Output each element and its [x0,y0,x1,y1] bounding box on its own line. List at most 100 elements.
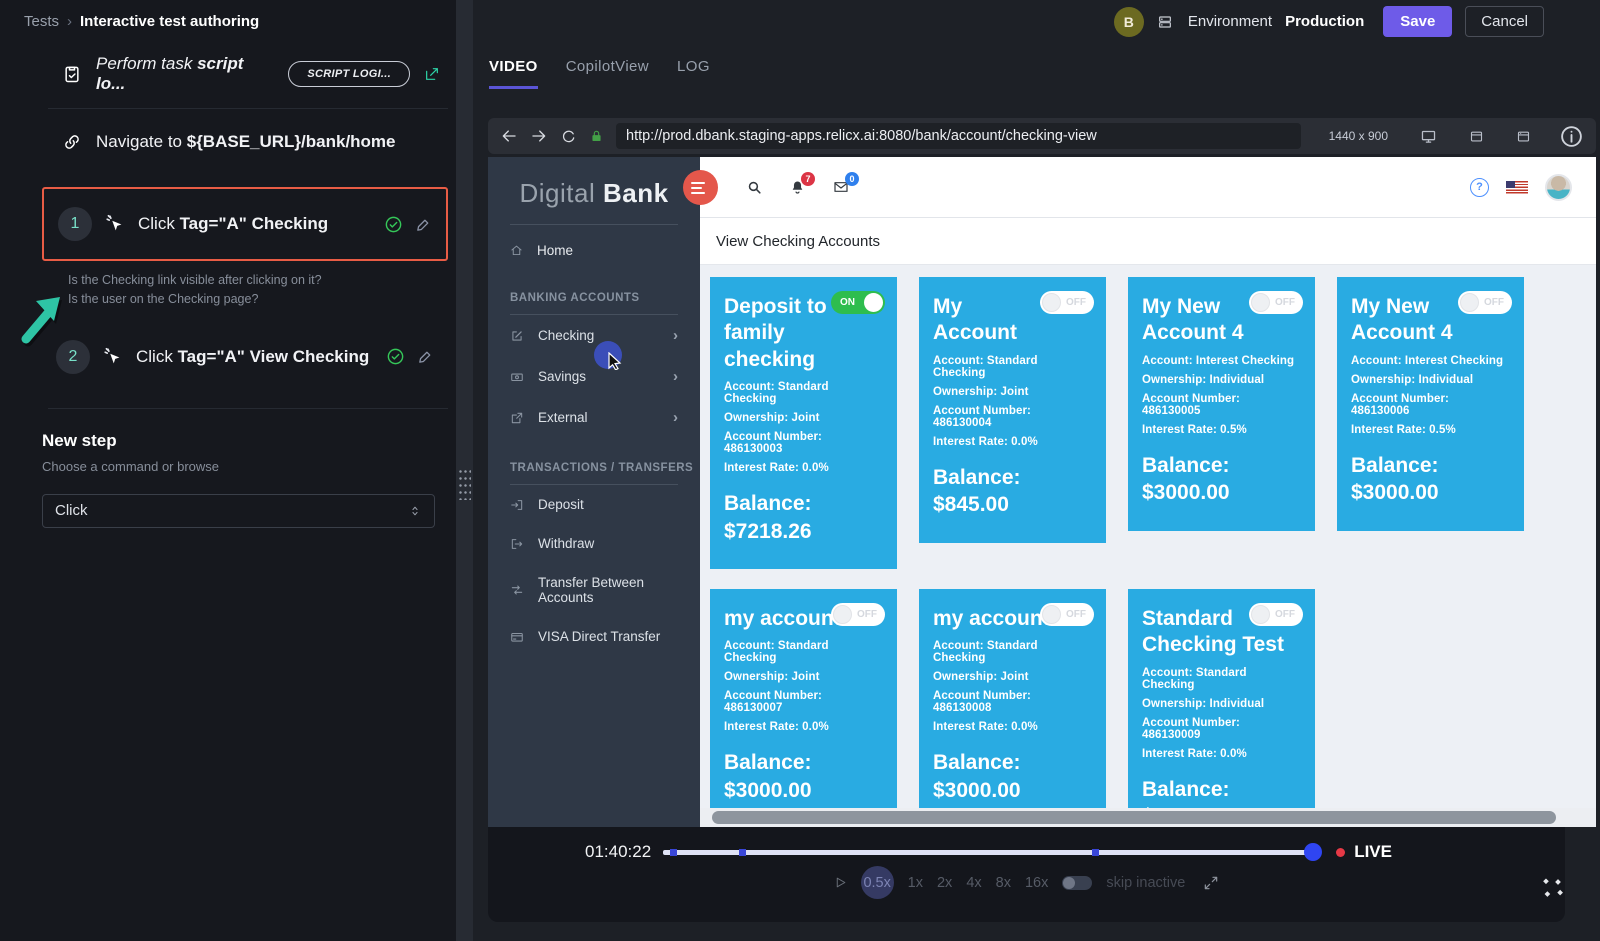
step-navigate[interactable]: Navigate to ${BASE_URL}/bank/home [0,113,456,171]
sidebar-item-visa-transfer[interactable]: VISA Direct Transfer [488,617,700,656]
edit-script-icon[interactable] [424,66,440,82]
step-passed-icon [386,347,405,366]
link-icon [62,132,82,152]
user-avatar[interactable]: B [1114,7,1144,37]
event-marker[interactable] [1092,849,1099,856]
command-select[interactable]: Click [42,494,435,528]
edit-step-icon[interactable] [417,348,434,365]
account-toggle[interactable]: OFF [1040,603,1094,626]
step-perform-task[interactable]: Perform task script lo... SCRIPT LOGI... [0,44,456,104]
language-flag-icon[interactable] [1506,181,1528,194]
edit-step-icon[interactable] [415,216,432,233]
account-type: Account: Interest Checking [1142,355,1301,367]
seekbar-track[interactable] [663,850,1318,855]
viewer-tab[interactable]: LOG [677,58,710,89]
info-icon[interactable] [1559,124,1584,149]
account-toggle[interactable]: OFF [1249,603,1303,626]
speed-option[interactable]: 1x [908,875,923,891]
account-card[interactable]: OFF My New Account 4 Account: Interest C… [1128,277,1315,531]
card-icon [510,630,524,644]
panel-resize-gutter[interactable] [456,0,473,941]
recorded-cursor-icon [607,352,623,370]
account-card[interactable]: OFF My New Account 4 Account: Interest C… [1337,277,1524,531]
hamburger-menu-icon[interactable] [683,170,718,205]
forward-icon[interactable] [530,127,548,145]
breadcrumb-separator: › [67,13,72,30]
account-card[interactable]: ON Deposit to family checking Account: S… [710,277,897,569]
account-type: Account: Standard Checking [724,381,883,405]
viewer-tab[interactable]: VIDEO [489,58,538,89]
sidebar-item-transfer[interactable]: Transfer Between Accounts [488,563,700,617]
toggle-label: OFF [1275,297,1295,308]
account-interest-rate: Interest Rate: 0.0% [1142,748,1301,760]
event-marker[interactable] [670,849,677,856]
new-step-heading: New step [42,431,456,451]
window-icon[interactable] [1469,129,1484,144]
navigate-step-text: Navigate to [96,132,187,151]
script-logic-button[interactable]: SCRIPT LOGI... [288,61,410,87]
speed-option[interactable]: 0.5x [861,866,894,899]
save-button[interactable]: Save [1383,6,1452,37]
step-number: 1 [58,207,92,241]
account-toggle[interactable]: OFF [831,603,885,626]
search-icon[interactable] [746,179,763,196]
header-actions: B Environment Production Save Cancel [1114,6,1544,37]
account-number: Account Number: 486130006 [1351,393,1510,417]
skip-inactive-toggle[interactable] [1062,876,1092,890]
sidebar-item-deposit[interactable]: Deposit [488,485,700,524]
url-bar[interactable]: http://prod.dbank.staging-apps.relicx.ai… [616,123,1301,149]
assertion-line: Is the Checking link visible after click… [68,271,456,290]
play-icon[interactable] [834,875,847,890]
breadcrumb-tests-link[interactable]: Tests [24,13,59,30]
step-2-click-view-checking[interactable]: 2 Click Tag="A" View Checking [42,326,448,388]
notifications-bell-icon[interactable]: 7 [789,179,806,196]
task-step-text: Perform task [96,54,197,73]
skip-inactive-label: skip inactive [1106,875,1185,891]
account-card[interactable]: OFF Standard Checking Test Account: Stan… [1128,589,1315,827]
speed-option[interactable]: 4x [966,875,981,891]
window-toolbar-icon[interactable] [1516,129,1531,144]
step-1-click-checking[interactable]: 1 Click Tag="A" Checking [42,187,448,261]
sidebar-item-withdraw[interactable]: Withdraw [488,524,700,563]
refresh-icon[interactable] [560,128,577,145]
account-type: Account: Standard Checking [933,355,1092,379]
environment-value[interactable]: Production [1285,13,1364,30]
withdraw-icon [510,537,524,551]
drag-handle-icon[interactable] [458,468,471,500]
account-card[interactable]: OFF my account Account: Standard Checkin… [710,589,897,827]
speed-option[interactable]: 2x [937,875,952,891]
speed-option[interactable]: 8x [996,875,1011,891]
horizontal-scrollbar[interactable] [700,808,1596,827]
account-toggle[interactable]: OFF [1458,291,1512,314]
back-icon[interactable] [500,127,518,145]
external-link-icon [510,411,524,425]
cancel-button[interactable]: Cancel [1465,6,1544,37]
video-seekbar[interactable] [663,843,1318,861]
account-toggle[interactable]: ON [831,291,885,314]
account-card[interactable]: OFF my account Account: Standard Checkin… [919,589,1106,827]
clipboard-check-icon [62,64,82,84]
event-marker[interactable] [739,849,746,856]
scrollbar-thumb[interactable] [712,811,1556,824]
account-toggle[interactable]: OFF [1040,291,1094,314]
viewer-tab[interactable]: CopilotView [566,58,649,89]
speed-option[interactable]: 16x [1025,875,1048,891]
sidebar-item-savings[interactable]: Savings › [488,356,700,397]
fullscreen-icon[interactable] [1203,875,1219,891]
sidebar-item-home[interactable]: Home [488,225,700,268]
account-card[interactable]: OFF My Account Account: Standard Checkin… [919,277,1106,543]
live-label[interactable]: LIVE [1354,842,1392,862]
account-interest-rate: Interest Rate: 0.0% [933,436,1092,448]
monitor-icon[interactable] [1420,128,1437,145]
notifications-badge: 7 [801,172,815,186]
account-toggle[interactable]: OFF [1249,291,1303,314]
messages-envelope-icon[interactable]: 0 [832,179,850,195]
help-icon[interactable]: ? [1470,178,1489,197]
seekbar-knob[interactable] [1304,843,1322,861]
bank-user-avatar[interactable] [1545,174,1572,201]
bank-sidebar: Digital Bank Home BANKING ACCOUNTS Check… [488,157,700,827]
account-balance: Balance: $3000.00 [724,749,883,804]
toggle-knob [1042,293,1061,312]
sidebar-item-external[interactable]: External › [488,397,700,438]
balance-label: Balance: [933,464,1092,491]
